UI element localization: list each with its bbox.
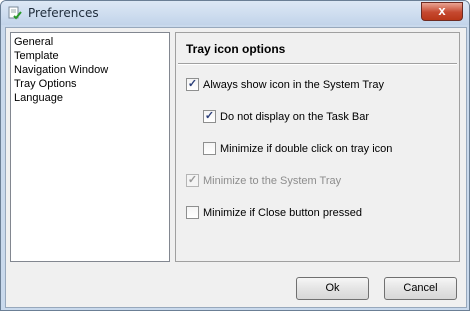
nav-item-language[interactable]: Language — [14, 91, 63, 105]
check-mark-icon: ✓ — [204, 110, 215, 122]
nav-item-template[interactable]: Template — [14, 49, 59, 63]
nav-item-general[interactable]: General — [14, 35, 53, 49]
checkbox[interactable]: ✓ — [203, 110, 216, 123]
app-settings-icon — [8, 6, 22, 20]
nav-item-tray-options[interactable]: Tray Options — [14, 77, 77, 91]
check-mark-icon: ✓ — [187, 174, 198, 186]
window-title: Preferences — [28, 6, 99, 20]
dialog-body: General Template Navigation Window Tray … — [5, 27, 467, 308]
preferences-window: Preferences x General Template Navigatio… — [0, 0, 470, 311]
checkbox[interactable]: ✓ — [186, 78, 199, 91]
nav-item-navigation-window[interactable]: Navigation Window — [14, 63, 108, 77]
option-label: Do not display on the Task Bar — [220, 111, 369, 123]
close-button[interactable]: x — [421, 2, 463, 21]
checkbox[interactable] — [186, 206, 199, 219]
title-bar[interactable]: Preferences x — [1, 1, 469, 25]
checkbox: ✓ — [186, 174, 199, 187]
option-label: Always show icon in the System Tray — [203, 79, 384, 91]
checkbox[interactable] — [203, 142, 216, 155]
panel-divider — [178, 63, 457, 65]
check-mark-icon: ✓ — [187, 78, 198, 90]
tray-options-panel: Tray icon options ✓ Always show icon in … — [175, 32, 460, 262]
panel-title: Tray icon options — [186, 42, 286, 56]
category-list[interactable]: General Template Navigation Window Tray … — [10, 32, 170, 262]
ok-button[interactable]: Ok — [296, 277, 369, 300]
option-label: Minimize if Close button pressed — [203, 207, 362, 219]
option-label: Minimize to the System Tray — [203, 175, 342, 187]
cancel-button[interactable]: Cancel — [384, 277, 457, 300]
option-label: Minimize if double click on tray icon — [220, 143, 393, 155]
close-icon: x — [438, 3, 446, 18]
